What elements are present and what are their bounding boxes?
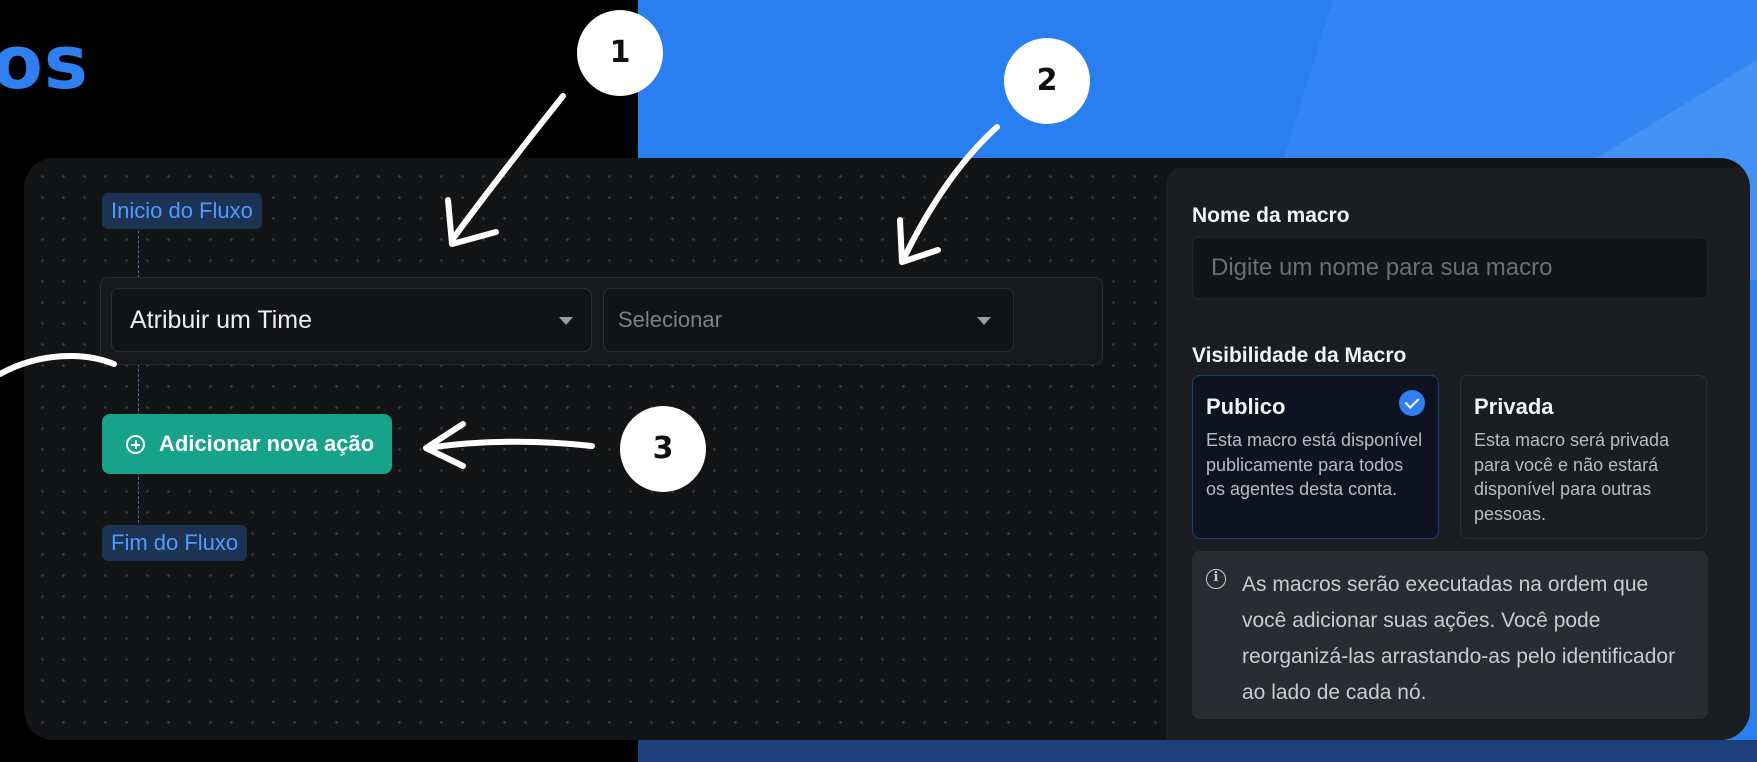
arrow-1 bbox=[449, 93, 566, 243]
arrow-3 bbox=[425, 438, 595, 451]
annotation-arrows bbox=[0, 93, 1000, 469]
step-badge-2: 2 bbox=[1004, 38, 1090, 124]
step-badge-3: 3 bbox=[620, 406, 706, 492]
step-badge-1: 1 bbox=[577, 10, 663, 96]
arrow-curve bbox=[0, 352, 117, 377]
arrow-2 bbox=[900, 124, 1000, 263]
